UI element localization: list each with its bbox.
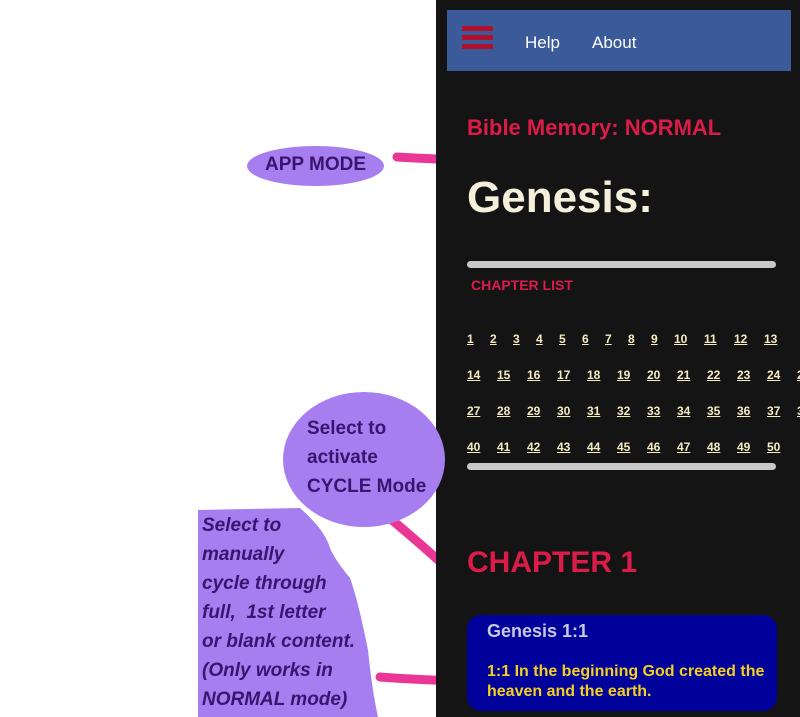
chapter-link-21[interactable]: 21 bbox=[677, 368, 690, 382]
chapter-link-1[interactable]: 1 bbox=[467, 332, 474, 346]
chapter-link-31[interactable]: 31 bbox=[587, 404, 600, 418]
chapter-link-32[interactable]: 32 bbox=[617, 404, 630, 418]
top-navbar: Help About bbox=[447, 10, 791, 71]
chapter-link-48[interactable]: 48 bbox=[707, 440, 720, 454]
app-mode-label: Bible Memory: NORMAL bbox=[467, 115, 722, 140]
app-screen: Help About Bible Memory: NORMAL Genesis:… bbox=[436, 0, 800, 717]
chapter-link-20[interactable]: 20 bbox=[647, 368, 660, 382]
chapter-link-37[interactable]: 37 bbox=[767, 404, 780, 418]
chapter-link-50[interactable]: 50 bbox=[767, 440, 780, 454]
chapter-link-11[interactable]: 11 bbox=[704, 332, 717, 346]
chapter-link-4[interactable]: 4 bbox=[536, 332, 543, 346]
chapter-link-3[interactable]: 3 bbox=[513, 332, 520, 346]
chapter-link-19[interactable]: 19 bbox=[617, 368, 630, 382]
chapter-link-34[interactable]: 34 bbox=[677, 404, 690, 418]
about-link[interactable]: About bbox=[592, 33, 636, 53]
chapter-link-6[interactable]: 6 bbox=[582, 332, 589, 346]
chapter-link-29[interactable]: 29 bbox=[527, 404, 540, 418]
book-title: Genesis: bbox=[467, 173, 653, 222]
chapter-link-12[interactable]: 12 bbox=[734, 332, 747, 346]
chapter-heading: CHAPTER 1 bbox=[467, 546, 638, 579]
chapter-link-41[interactable]: 41 bbox=[497, 440, 510, 454]
cycle-mode-annotation: Select to activate CYCLE Mode bbox=[283, 392, 445, 527]
chapter-link-43[interactable]: 43 bbox=[557, 440, 570, 454]
chapter-link-2[interactable]: 2 bbox=[490, 332, 497, 346]
chapter-link-49[interactable]: 49 bbox=[737, 440, 750, 454]
app-mode-annotation: APP MODE bbox=[247, 146, 384, 186]
chapter-link-22[interactable]: 22 bbox=[707, 368, 720, 382]
chapter-link-44[interactable]: 44 bbox=[587, 440, 600, 454]
chapter-link-42[interactable]: 42 bbox=[527, 440, 540, 454]
chapter-link-17[interactable]: 17 bbox=[557, 368, 570, 382]
chapter-link-33[interactable]: 33 bbox=[647, 404, 660, 418]
chapter-link-45[interactable]: 45 bbox=[617, 440, 630, 454]
chapter-list-bottom-bar[interactable] bbox=[467, 463, 776, 470]
chapter-link-36[interactable]: 36 bbox=[737, 404, 750, 418]
chapter-link-35[interactable]: 35 bbox=[707, 404, 720, 418]
chapter-list-top-bar[interactable] bbox=[467, 261, 776, 268]
chapter-link-27[interactable]: 27 bbox=[467, 404, 480, 418]
chapter-link-18[interactable]: 18 bbox=[587, 368, 600, 382]
chapter-link-40[interactable]: 40 bbox=[467, 440, 480, 454]
chapter-link-24[interactable]: 24 bbox=[767, 368, 780, 382]
chapter-link-28[interactable]: 28 bbox=[497, 404, 510, 418]
chapter-link-47[interactable]: 47 bbox=[677, 440, 690, 454]
chapter-link-14[interactable]: 14 bbox=[467, 368, 480, 382]
chapter-link-7[interactable]: 7 bbox=[605, 332, 612, 346]
verse-card[interactable]: Genesis 1:1 1:1 In the beginning God cre… bbox=[467, 615, 777, 711]
chapter-link-9[interactable]: 9 bbox=[651, 332, 658, 346]
chapter-link-8[interactable]: 8 bbox=[628, 332, 635, 346]
chapter-link-5[interactable]: 5 bbox=[559, 332, 566, 346]
verse-text[interactable]: 1:1 In the beginning God created the hea… bbox=[487, 662, 772, 702]
hamburger-menu-icon[interactable] bbox=[462, 26, 493, 50]
chapter-list-label: CHAPTER LIST bbox=[471, 277, 573, 293]
chapter-link-16[interactable]: 16 bbox=[527, 368, 540, 382]
chapter-link-30[interactable]: 30 bbox=[557, 404, 570, 418]
chapter-link-23[interactable]: 23 bbox=[737, 368, 750, 382]
app-mode-annotation-text: APP MODE bbox=[264, 154, 366, 175]
help-link[interactable]: Help bbox=[525, 33, 560, 53]
manual-cycle-annotation-text: Select to manually cycle through full, 1… bbox=[202, 515, 356, 710]
chapter-link-15[interactable]: 15 bbox=[497, 368, 510, 382]
chapter-link-46[interactable]: 46 bbox=[647, 440, 660, 454]
cycle-mode-annotation-text: Select to activate CYCLE Mode bbox=[307, 418, 427, 497]
chapter-link-13[interactable]: 13 bbox=[764, 332, 777, 346]
verse-reference[interactable]: Genesis 1:1 bbox=[487, 621, 588, 642]
chapter-link-10[interactable]: 10 bbox=[674, 332, 687, 346]
